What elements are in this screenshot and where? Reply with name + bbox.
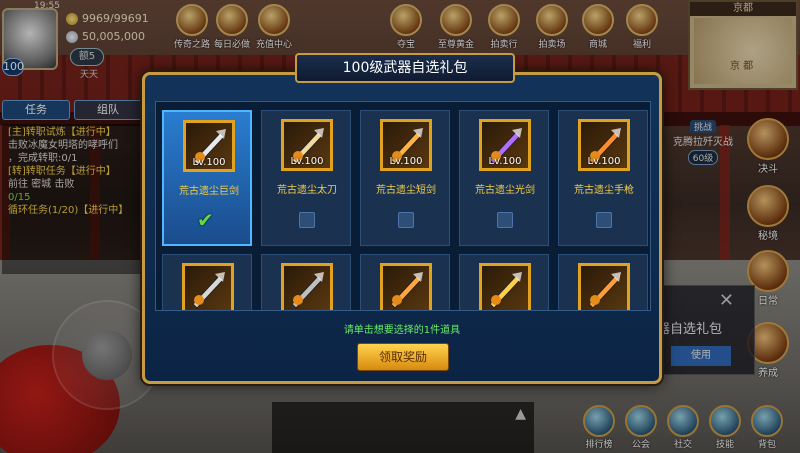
cannon-icon (578, 263, 630, 310)
weapon-item[interactable] (360, 254, 450, 310)
item-name: 荒古遗尘短剑 (376, 185, 436, 196)
select-checkbox[interactable] (299, 212, 315, 228)
item-level: Lv.100 (192, 157, 226, 168)
item-level: Lv.100 (389, 156, 423, 167)
select-checkbox[interactable] (398, 212, 414, 228)
dialog-title: 100级武器自选礼包 (295, 53, 515, 83)
axe-icon (479, 263, 531, 310)
item-level: Lv.100 (587, 156, 621, 167)
item-name: 荒古遗尘巨剑 (179, 186, 239, 197)
weapon-item[interactable]: Lv.100 荒古遗尘手枪 (558, 110, 648, 246)
item-name: 荒古遗尘光剑 (475, 185, 535, 196)
select-checkbox[interactable] (596, 212, 612, 228)
item-grid: Lv.100 荒古遗尘巨剑 ✔ Lv.100 荒古遗尘太刀 Lv.100 荒古遗尘短剑 Lv.… (155, 101, 651, 311)
item-name: 荒古遗尘太刀 (277, 185, 337, 196)
weapon-item[interactable] (261, 254, 351, 310)
gauntlet-icon (182, 263, 234, 310)
select-checkbox[interactable] (497, 212, 513, 228)
item-name: 荒古遗尘手枪 (574, 185, 634, 196)
claw-icon (281, 263, 333, 310)
weapon-item[interactable]: Lv.100 荒古遗尘短剑 (360, 110, 450, 246)
weapon-item[interactable] (162, 254, 252, 310)
weapon-item[interactable] (558, 254, 648, 310)
weapon-item[interactable] (459, 254, 549, 310)
weapon-item[interactable]: Lv.100 荒古遗尘太刀 (261, 110, 351, 246)
weapon-item[interactable]: Lv.100 荒古遗尘巨剑 ✔ (162, 110, 252, 246)
staff-icon (380, 263, 432, 310)
checkmark-icon: ✔ (197, 208, 214, 232)
item-level: Lv.100 (488, 156, 522, 167)
weapon-gift-dialog: 100级武器自选礼包 Lv.100 荒古遗尘巨剑 ✔ Lv.100 荒古遗尘太刀 Lv.1… (142, 53, 662, 384)
item-level: Lv.100 (290, 156, 324, 167)
weapon-item[interactable]: Lv.100 荒古遗尘光剑 (459, 110, 549, 246)
claim-reward-button[interactable]: 领取奖励 (357, 343, 449, 371)
selection-hint: 请单击想要选择的1件道具 (343, 325, 461, 336)
